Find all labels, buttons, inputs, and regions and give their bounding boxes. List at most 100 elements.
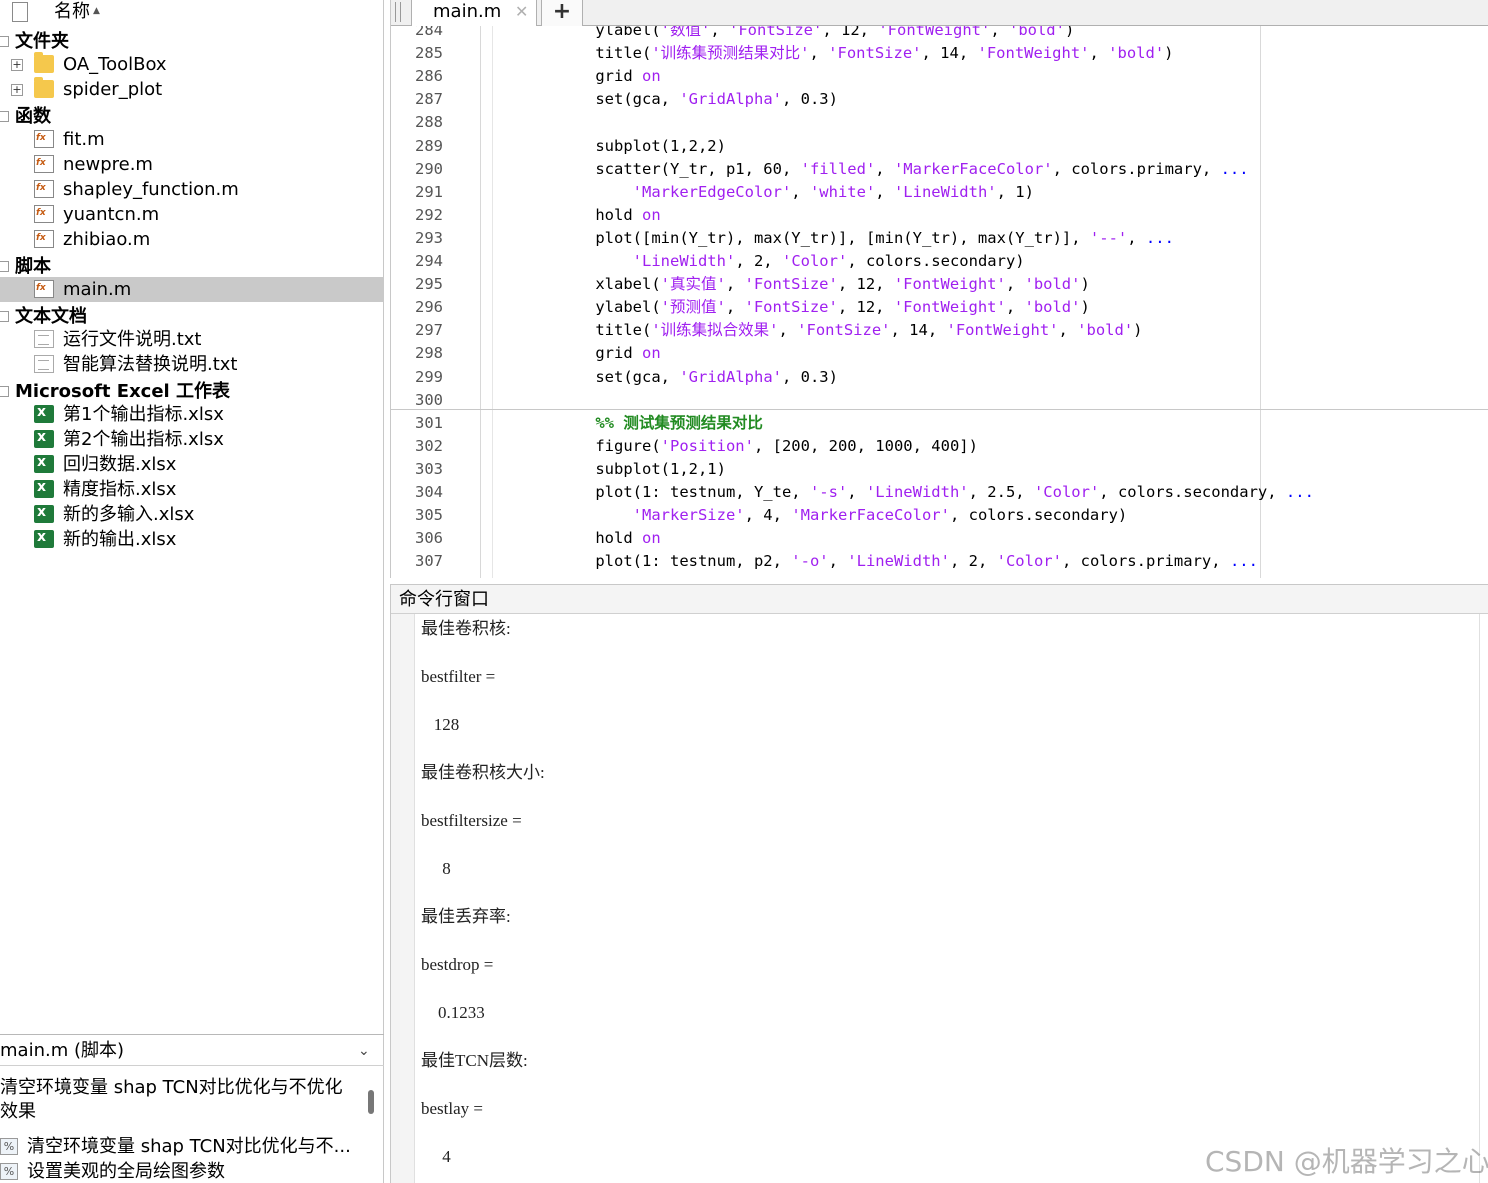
code-editor: main.m ✕ + 284 ylabel('数值', 'FontSize', …	[390, 0, 1488, 578]
script-file-icon	[34, 280, 54, 298]
line-number: 293	[415, 228, 443, 247]
command-window[interactable]: 命令行窗口 最佳卷积核: bestfilter = 128 最佳卷积核大小: b…	[390, 584, 1488, 1183]
group-label: Microsoft Excel 工作表	[15, 381, 230, 402]
file-item-excel-2[interactable]: 第2个输出指标.xlsx	[0, 427, 384, 452]
excel-file-icon	[34, 404, 54, 423]
group-text-documents[interactable]: 文本文档	[0, 304, 384, 329]
code-line[interactable]: 'MarkerEdgeColor', 'white', 'LineWidth',…	[558, 181, 1034, 204]
file-item-fit[interactable]: fit.m	[0, 127, 384, 152]
chevron-down-icon[interactable]: ⌄	[358, 1035, 370, 1067]
code-line[interactable]: 'LineWidth', 2, 'Color', colors.secondar…	[558, 250, 1025, 273]
code-line[interactable]: set(gca, 'GridAlpha', 0.3)	[558, 366, 838, 389]
group-scripts[interactable]: 脚本	[0, 254, 384, 279]
code-line[interactable]: grid on	[558, 342, 660, 365]
collapse-icon[interactable]	[0, 111, 9, 122]
code-line[interactable]: hold on	[558, 527, 660, 550]
file-item-shapley-function[interactable]: shapley_function.m	[0, 177, 384, 202]
file-item-excel-1[interactable]: 第1个输出指标.xlsx	[0, 402, 384, 427]
file-item-newpre[interactable]: newpre.m	[0, 152, 384, 177]
group-folders[interactable]: 文件夹	[0, 29, 384, 54]
line-number: 284	[415, 26, 443, 39]
file-item-main[interactable]: main.m	[0, 277, 384, 302]
group-label: 函数	[15, 106, 51, 127]
file-item-excel-6[interactable]: 新的输出.xlsx	[0, 527, 384, 552]
file-name: shapley_function.m	[63, 179, 239, 200]
tab-grip-handle[interactable]	[395, 2, 401, 22]
section-label: 设置美观的全局绘图参数	[27, 1161, 225, 1182]
output-line: bestfilter =	[421, 667, 496, 686]
output-line: 8	[421, 859, 451, 878]
line-number: 305	[415, 506, 443, 525]
collapse-icon[interactable]	[0, 36, 9, 47]
function-file-icon	[34, 130, 54, 148]
excel-file-icon	[34, 454, 54, 473]
file-item-yuantcn[interactable]: yuantcn.m	[0, 202, 384, 227]
file-name: yuantcn.m	[63, 204, 160, 225]
collapse-icon[interactable]	[0, 261, 9, 272]
collapse-icon[interactable]	[0, 386, 9, 397]
section-icon: %	[0, 1138, 18, 1155]
expand-icon[interactable]: +	[11, 84, 23, 96]
code-line[interactable]: ylabel('预测值', 'FontSize', 12, 'FontWeigh…	[558, 296, 1090, 319]
line-number: 306	[415, 529, 443, 548]
code-line[interactable]: xlabel('真实值', 'FontSize', 12, 'FontWeigh…	[558, 273, 1090, 296]
expand-icon[interactable]: +	[11, 59, 23, 71]
code-line[interactable]: hold on	[558, 204, 660, 227]
file-item-oa-toolbox[interactable]: + OA_ToolBox	[0, 52, 384, 77]
group-functions[interactable]: 函数	[0, 104, 384, 129]
excel-file-icon	[34, 529, 54, 548]
excel-file-icon	[34, 429, 54, 448]
file-item-excel-4[interactable]: 精度指标.xlsx	[0, 477, 384, 502]
code-area[interactable]: 284 ylabel('数值', 'FontSize', 12, 'FontWe…	[391, 26, 1488, 578]
code-line[interactable]: ylabel('数值', 'FontSize', 12, 'FontWeight…	[558, 26, 1074, 42]
line-number: 302	[415, 436, 443, 455]
details-scrollbar[interactable]	[368, 1090, 374, 1114]
code-line[interactable]: 'MarkerSize', 4, 'MarkerFaceColor', colo…	[558, 504, 1128, 527]
code-line[interactable]: title('训练集预测结果对比', 'FontSize', 14, 'Font…	[558, 42, 1173, 65]
line-number: 286	[415, 67, 443, 86]
file-item-excel-3[interactable]: 回归数据.xlsx	[0, 452, 384, 477]
details-description: 清空环境变量 shap TCN对比优化与不优化 效果	[0, 1076, 360, 1124]
file-name: 第1个输出指标.xlsx	[63, 404, 224, 425]
name-column-header[interactable]: 名称	[54, 0, 90, 24]
text-file-icon	[34, 330, 54, 348]
code-fold-margin[interactable]	[481, 26, 493, 578]
code-line[interactable]: plot([min(Y_tr), max(Y_tr)], [min(Y_tr),…	[558, 227, 1174, 250]
command-window-header[interactable]: 命令行窗口	[391, 585, 1488, 614]
code-line[interactable]: plot(1: testnum, p2, '-o', 'LineWidth', …	[558, 550, 1258, 573]
code-line[interactable]: subplot(1,2,1)	[558, 458, 726, 481]
output-line: 最佳TCN层数:	[421, 1051, 528, 1070]
code-line[interactable]: title('训练集拟合效果', 'FontSize', 14, 'FontWe…	[558, 319, 1142, 342]
code-line[interactable]: set(gca, 'GridAlpha', 0.3)	[558, 88, 838, 111]
file-item-run-readme[interactable]: 运行文件说明.txt	[0, 327, 384, 352]
group-excel[interactable]: Microsoft Excel 工作表	[0, 379, 384, 404]
output-line: 最佳卷积核:	[421, 619, 511, 638]
line-number: 299	[415, 367, 443, 386]
command-window-margin	[391, 614, 415, 1183]
code-line[interactable]: subplot(1,2,2)	[558, 135, 726, 158]
code-line[interactable]: grid on	[558, 65, 660, 88]
tab-main-m[interactable]: main.m ✕	[411, 0, 537, 26]
file-item-algorithm-readme[interactable]: 智能算法替换说明.txt	[0, 352, 384, 377]
file-item-excel-5[interactable]: 新的多输入.xlsx	[0, 502, 384, 527]
collapse-icon[interactable]	[0, 311, 9, 322]
file-list-header[interactable]: 名称 ▲	[0, 0, 384, 26]
details-panel-header[interactable]: main.m (脚本) ⌄	[0, 1034, 384, 1066]
function-file-icon	[34, 230, 54, 248]
command-output[interactable]: 最佳卷积核: bestfilter = 128 最佳卷积核大小: bestfil…	[421, 614, 1481, 1183]
close-icon[interactable]: ✕	[515, 1, 528, 23]
group-label: 文件夹	[15, 31, 69, 52]
line-number: 303	[415, 459, 443, 478]
output-line: bestlay =	[421, 1099, 483, 1118]
code-line[interactable]: figure('Position', [200, 200, 1000, 400]…	[558, 435, 978, 458]
output-line: 128	[421, 715, 460, 734]
code-line[interactable]: scatter(Y_tr, p1, 60, 'filled', 'MarkerF…	[558, 158, 1248, 181]
file-name: 第2个输出指标.xlsx	[63, 429, 224, 450]
file-name: 运行文件说明.txt	[63, 329, 202, 350]
file-item-spider-plot[interactable]: + spider_plot	[0, 77, 384, 102]
code-line[interactable]: plot(1: testnum, Y_te, '-s', 'LineWidth'…	[558, 481, 1314, 504]
new-tab-button[interactable]: +	[541, 0, 583, 26]
file-item-zhibiao[interactable]: zhibiao.m	[0, 227, 384, 252]
folder-icon	[34, 52, 54, 73]
code-line[interactable]: %% 测试集预测结果对比	[558, 412, 763, 435]
